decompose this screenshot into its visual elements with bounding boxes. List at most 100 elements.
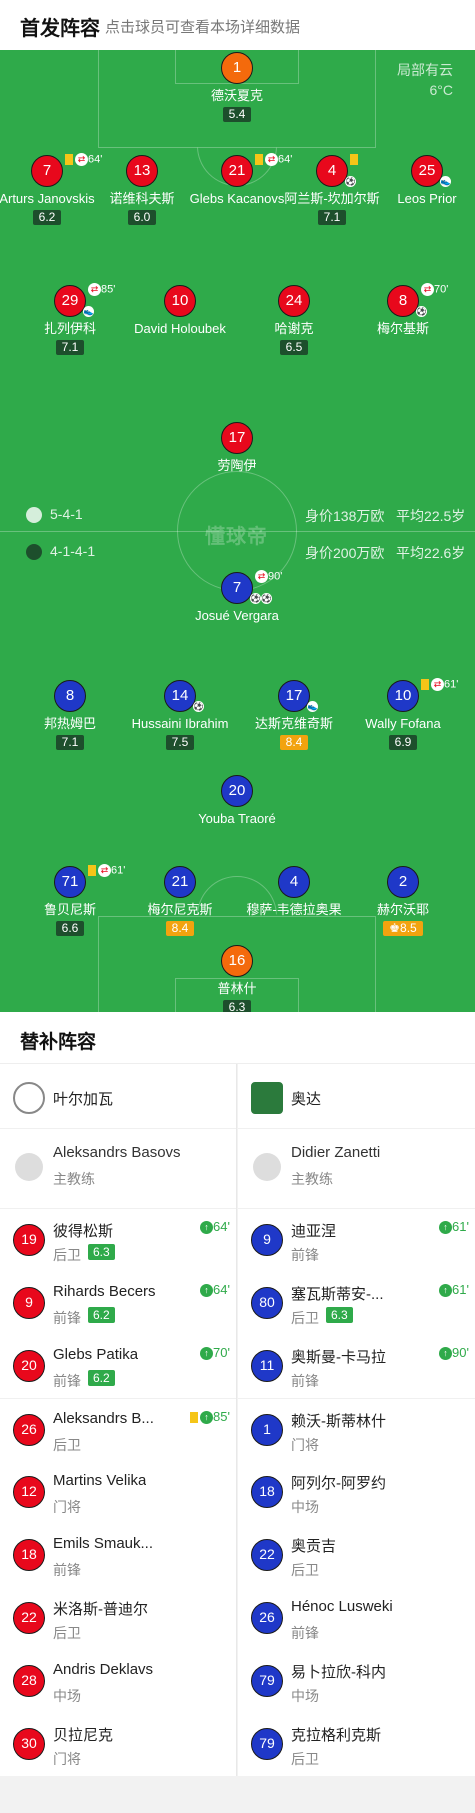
coach-name: Didier Zanetti [291, 1144, 381, 1161]
bench-player-position: 门将 [291, 1437, 319, 1453]
sub-minute: 70' [434, 283, 449, 296]
yellow-card-icon [421, 679, 429, 690]
bench-player-rating: 6.3 [326, 1307, 353, 1323]
rating-value: 6.6 [61, 921, 79, 935]
bench-player-row[interactable]: 22 米洛斯-普迪尔 后卫 [0, 1587, 236, 1650]
player-number: 16 [221, 945, 253, 977]
away-player[interactable]: 7 ⇄ 90' ⚽⚽ Josué Vergara [162, 570, 312, 624]
bench-player-row[interactable]: 26 Aleksandrs B... 后卫 ↑ 85' [0, 1398, 236, 1461]
player-number: 7 [221, 572, 253, 604]
bench-player-number: 12 [13, 1476, 45, 1508]
bench-player-row[interactable]: 18 阿列尔-阿罗约 中场 [238, 1461, 475, 1524]
bench-player-position: 后卫 [291, 1310, 319, 1326]
bench-player-number: 1 [251, 1414, 283, 1446]
sub-in-info: ↑ 70' [200, 1345, 230, 1361]
player-number: 25 [411, 155, 443, 187]
bench-player-rating: 6.3 [88, 1244, 115, 1260]
bench-player-number: 18 [13, 1539, 45, 1571]
away-player[interactable]: 10 ⇄ 61' Wally Fofana 6.9 [328, 678, 475, 751]
player-number: 29 [54, 285, 86, 317]
goal-icon: ⚽ [416, 306, 427, 317]
away-player[interactable]: 2 赫尔沃耶 ♚8.5 [328, 866, 475, 937]
lineup-title: 首发阵容 [20, 18, 100, 40]
bench-player-row[interactable]: 9 迪亚涅 前锋 ↑ 61' [238, 1209, 475, 1272]
lineup-header: 首发阵容 点击球员可查看本场详细数据 [0, 0, 475, 50]
bench-player-row[interactable]: 18 Emils Smauk... 前锋 [0, 1524, 236, 1587]
player-number: 10 [164, 285, 196, 317]
bench-player-row[interactable]: 1 赖沃-斯蒂林什 门将 [238, 1398, 475, 1461]
assist-icon: 👟 [83, 306, 94, 317]
bench-player-row[interactable]: 30 贝拉尼克 门将 [0, 1713, 236, 1776]
bench-player-name: 贝拉尼克 [53, 1727, 114, 1744]
bench-player-row[interactable]: 20 Glebs Patika 前锋 6.2 ↑ 70' [0, 1335, 236, 1398]
bench-player-row[interactable]: 22 奥贡吉 后卫 [238, 1524, 475, 1587]
away-player[interactable]: 16 普林什 6.3 [162, 945, 312, 1012]
sub-in-icon: ↑ [439, 1221, 453, 1235]
sub-in-info: ↑ 90' [439, 1345, 469, 1361]
home-formation: 5-4-1 [26, 506, 83, 524]
bench-player-name: Aleksandrs B... [53, 1410, 154, 1427]
yellow-card-icon [190, 1412, 199, 1424]
home-team-logo-icon [26, 507, 42, 524]
sub-out-icon: ⇄ [431, 678, 444, 691]
bench-player-number: 79 [251, 1665, 283, 1697]
player-name: 德沃夏克 [210, 88, 263, 103]
home-player[interactable]: 8 ⇄ 70' ⚽ 梅尔基斯 [328, 283, 475, 337]
player-number: 4 [278, 866, 310, 898]
bench-player-row[interactable]: 12 Martins Velika 门将 [0, 1461, 236, 1524]
home-player[interactable]: 25 👟 Leos Prior [352, 155, 475, 207]
rating-value: 8.5 [400, 921, 417, 935]
player-rating: 7.1 [55, 735, 85, 750]
rating-value: 8.4 [285, 735, 303, 749]
bench-player-row[interactable]: 11 奥斯曼-卡马拉 前锋 ↑ 90' [238, 1335, 475, 1398]
bench-player-name: Emils Smauk... [53, 1535, 154, 1552]
bench-player-number: 26 [251, 1602, 283, 1634]
player-name: 普林什 [217, 981, 257, 996]
player-number: 8 [54, 680, 86, 712]
bench-player-number: 80 [251, 1287, 283, 1319]
player-number: 21 [164, 866, 196, 898]
bench-player-number: 28 [13, 1665, 45, 1697]
bench-player-name: 奥斯曼-卡马拉 [291, 1349, 386, 1366]
bench-player-name: 彼得松斯 [53, 1223, 114, 1240]
player-number: 10 [387, 680, 419, 712]
player-number: 1 [221, 52, 253, 84]
player-name: 劳陶伊 [217, 458, 257, 473]
bench-player-name: 阿列尔-阿罗约 [291, 1475, 386, 1492]
bench-player-number: 79 [251, 1728, 283, 1760]
bench-player-row[interactable]: 19 彼得松斯 后卫 6.3 ↑ 64' [0, 1209, 236, 1272]
player-rating: 6.3 [222, 1000, 252, 1012]
player-name: Wally Fofana [365, 716, 441, 731]
bench-player-row[interactable]: 9 Rihards Becers 前锋 6.2 ↑ 64' [0, 1272, 236, 1335]
away-player[interactable]: 20 Youba Traoré [162, 775, 312, 827]
bench-player-row[interactable]: 26 Hénoc Lusweki 前锋 [238, 1587, 475, 1650]
sub-in-info: ↑ 85' [190, 1409, 230, 1425]
home-team-row[interactable]: 叶尔加瓦 [0, 1064, 236, 1129]
sub-in-icon: ↑ [200, 1284, 214, 1298]
bench-player-row[interactable]: 79 易卜拉欣-科内 中场 [238, 1650, 475, 1713]
home-team-logo-icon [13, 1082, 45, 1114]
home-player[interactable]: 1 德沃夏克 5.4 [162, 52, 312, 123]
player-name: Youba Traoré [198, 811, 276, 826]
bench-player-name: 赖沃-斯蒂林什 [291, 1413, 386, 1430]
rating-value: 7.5 [171, 735, 189, 749]
sub-in-minute: 64' [213, 1219, 230, 1234]
home-coach[interactable]: Aleksandrs Basovs 主教练 [0, 1129, 236, 1209]
player-number: 4 [316, 155, 348, 187]
away-team-row[interactable]: 奥达 [238, 1064, 475, 1129]
rating-value: 7.1 [61, 340, 79, 354]
bench-player-row[interactable]: 79 克拉格利克斯 后卫 [238, 1713, 475, 1776]
sub-in-minute: 61' [452, 1219, 469, 1234]
away-team-value: 身价200万欧 平均22.6岁 [305, 545, 466, 561]
rating-value: 7.1 [323, 210, 341, 224]
player-events: ⇄ 90' [255, 570, 282, 583]
assist-icon: 👟 [440, 176, 451, 187]
bench-player-row[interactable]: 28 Andris Deklavs 中场 [0, 1650, 236, 1713]
away-coach[interactable]: Didier Zanetti 主教练 [238, 1129, 475, 1209]
sub-in-minute: 85' [213, 1409, 230, 1424]
bench-player-row[interactable]: 80 塞瓦斯蒂安-... 后卫 6.3 ↑ 61' [238, 1272, 475, 1335]
rating-value: 6.9 [394, 735, 412, 749]
home-player[interactable]: 17 劳陶伊 [162, 422, 312, 474]
bench-player-number: 20 [13, 1350, 45, 1382]
bench-player-number: 22 [13, 1602, 45, 1634]
